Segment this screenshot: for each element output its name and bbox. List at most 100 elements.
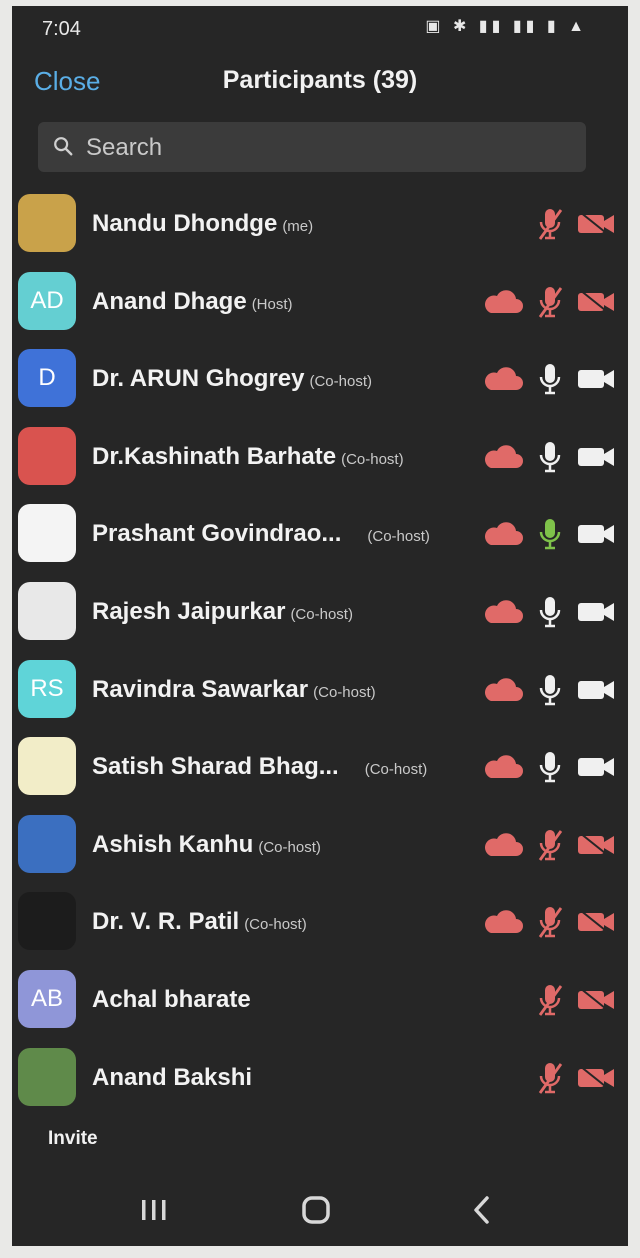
avatar-initials: AD [30,286,64,314]
participant-avatar [18,504,76,563]
participant-name: Ashish Kanhu [92,830,254,858]
participant-name: Rajesh Jaipurkar [92,597,286,625]
participant-row[interactable]: Nandu Dhondge (me) [12,186,628,264]
page-title: Participants (39) [222,66,418,94]
participant-avatar [18,194,76,252]
participant-role-tag: (Host) [251,295,293,313]
mic-muted-icon [536,904,564,940]
participant-role-tag: (Co-host) [309,373,372,391]
mic-muted-icon [536,982,564,1018]
video-on-icon [576,443,616,471]
participant-row[interactable]: AB Achal bharate [12,962,628,1040]
participant-status-icons [536,982,616,1018]
participant-status-icons [482,672,616,708]
cloud-recording-icon [482,520,524,548]
participant-name-wrap: Prashant Govindrao... (Co-host) [92,520,472,548]
invite-button[interactable]: Invite [48,1128,98,1150]
cloud-recording-icon [482,443,524,471]
search-box[interactable] [38,122,586,172]
participant-role-tag: (me) [282,218,314,235]
cloud-recording-icon [482,753,524,781]
participant-name-wrap: Anand Bakshi [92,1064,472,1092]
search-icon [54,137,73,156]
mic-speaking-icon [536,516,564,552]
video-off-icon [576,1064,616,1092]
participant-name: Dr.Kashinath Barhate [92,442,337,470]
participant-status-icons [482,749,616,785]
participant-row[interactable]: Ashish Kanhu (Co-host) [12,807,628,885]
recent-apps-button[interactable] [124,1188,184,1232]
participant-status-icons [482,516,616,552]
navigation-bar [12,1174,628,1246]
participant-avatar [18,1047,76,1106]
participant-name: Anand Bakshi [92,1063,253,1091]
video-off-icon [576,908,616,936]
participant-name-wrap: Dr. V. R. Patil (Co-host) [92,908,472,936]
phone-screen: 7:04 ▣ ✱ ▮▮ ▮▮ ▮ ▲ Close Participants (3… [12,6,628,1246]
participant-row[interactable]: Dr. V. R. Patil (Co-host) [12,884,628,962]
video-on-icon [576,365,616,393]
mic-muted-icon [536,206,564,242]
participant-avatar [18,814,76,873]
cloud-recording-icon [482,831,524,859]
recent-apps-icon [142,1200,166,1220]
participant-role-tag: (Co-host) [313,683,376,701]
cloud-recording-icon [482,288,524,316]
mic-on-icon [536,439,564,475]
participant-row[interactable]: Dr.Kashinath Barhate (Co-host) [12,419,628,497]
mic-on-icon [536,361,564,397]
participant-avatar: D [18,349,76,408]
participant-status-icons [482,439,616,475]
status-time: 7:04 [42,18,81,40]
participant-name: Dr. ARUN Ghogrey [92,365,305,393]
participant-name: Anand Dhage [92,287,247,315]
back-icon [474,1196,489,1224]
home-button[interactable] [286,1188,346,1232]
participant-list[interactable]: Nandu Dhondge (me) AD Anand Dhage (Host) D Dr.… [12,186,628,1117]
participant-row[interactable]: D Dr. ARUN Ghogrey (Co-host) [12,341,628,419]
participant-status-icons [482,361,616,397]
participant-name-wrap: Satish Sharad Bhag... (Co-host) [92,753,472,781]
participant-name: Satish Sharad Bhag... [92,753,339,781]
back-button[interactable] [452,1188,512,1232]
participant-role-tag: (Co-host) [244,916,307,934]
video-off-icon [576,210,616,238]
video-on-icon [576,520,616,548]
search-input[interactable] [84,128,568,168]
participant-row[interactable]: RS Ravindra Sawarkar (Co-host) [12,652,628,730]
participant-status-icons [482,904,616,940]
mic-on-icon [536,594,564,630]
participant-status-icons [482,284,616,320]
participant-name-wrap: Rajesh Jaipurkar (Co-host) [92,598,472,626]
mic-muted-icon [536,284,564,320]
avatar-initials: RS [30,674,64,702]
participant-role-tag: (Co-host) [258,838,321,856]
video-on-icon [576,753,616,781]
cloud-recording-icon [482,365,524,393]
cloud-recording-icon [482,908,524,936]
participant-status-icons [536,206,616,242]
mic-muted-icon [536,827,564,863]
participant-name-wrap: Ashish Kanhu (Co-host) [92,831,472,859]
participant-row[interactable]: Prashant Govindrao... (Co-host) [12,496,628,574]
participant-avatar [18,892,76,951]
participant-avatar [18,581,76,640]
video-off-icon [576,986,616,1014]
participant-name-wrap: Nandu Dhondge (me) [92,210,472,238]
participant-name: Ravindra Sawarkar [92,675,309,703]
mic-on-icon [536,749,564,785]
participant-status-icons [536,1060,616,1096]
participant-name: Achal bharate [92,985,251,1013]
participant-role-tag: (Co-host) [364,761,428,779]
participant-role-tag: (Co-host) [341,450,404,468]
participant-row[interactable]: Satish Sharad Bhag... (Co-host) [12,729,628,807]
mic-on-icon [536,672,564,708]
participant-row[interactable]: Rajesh Jaipurkar (Co-host) [12,574,628,652]
status-icons: ▣ ✱ ▮▮ ▮▮ ▮ ▲ [425,18,588,35]
participant-status-icons [482,827,616,863]
participant-row[interactable]: AD Anand Dhage (Host) [12,264,628,342]
participant-status-icons [482,594,616,630]
participant-name-wrap: Dr.Kashinath Barhate (Co-host) [92,443,472,471]
participant-avatar: RS [18,659,76,718]
participant-row[interactable]: Anand Bakshi [12,1040,628,1118]
